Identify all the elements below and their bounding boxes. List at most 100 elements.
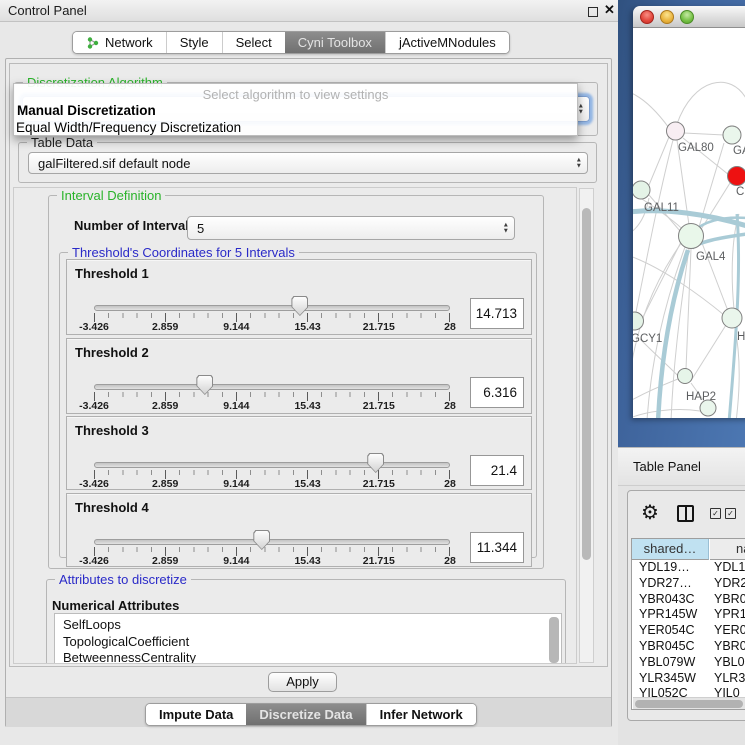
network-node[interactable] [678, 369, 693, 384]
table-row[interactable]: YBL079WYBL0 [632, 655, 745, 671]
apply-button[interactable]: Apply [268, 672, 337, 692]
tab-infer-network[interactable]: Infer Network [366, 704, 476, 725]
checkbox-icon[interactable]: ✓ [710, 508, 721, 519]
scrollbar-thumb[interactable] [635, 700, 743, 708]
node-label: C [736, 186, 744, 198]
table-data-combobox[interactable]: galFiltered.sif default node ▲▼ [28, 152, 588, 174]
split-pane-icon[interactable] [677, 505, 694, 522]
table-header-row: shared… name [632, 539, 745, 560]
tab-label: Network [105, 35, 153, 50]
minimize-traffic-light[interactable] [660, 10, 674, 24]
control-panel-titlebar: Control Panel ✕ [0, 0, 618, 22]
network-edge[interactable] [649, 137, 669, 185]
scale-tick-label: 15.43 [294, 400, 320, 412]
node-table: shared… name YDL19…YDL1YDR27…YDR2YBR043C… [631, 538, 745, 710]
scale-tick-label: 9.144 [223, 400, 249, 412]
scrollbar-thumb[interactable] [582, 208, 591, 560]
close-icon[interactable]: ✕ [604, 2, 615, 18]
node-label: GAL4 [696, 251, 726, 263]
numerical-attributes-list[interactable]: SelfLoopsTopologicalCoefficientBetweenne… [54, 613, 562, 664]
tab-style[interactable]: Style [166, 32, 222, 53]
checkbox-icon[interactable]: ✓ [725, 508, 736, 519]
dropdown-item-manual-discretization[interactable]: Manual Discretization [17, 103, 156, 118]
float-window-button[interactable] [588, 7, 598, 17]
slider-track[interactable] [94, 462, 450, 468]
zoom-traffic-light[interactable] [680, 10, 694, 24]
scale-tick-label: 9.144 [223, 478, 249, 490]
slider-scale: -3.4262.8599.14415.4321.71528 [94, 400, 450, 412]
combo-stepper-icon[interactable]: ▲▼ [576, 158, 582, 169]
threshold-value-field[interactable]: 14.713 [470, 298, 524, 329]
app-root: Control Panel ✕ Network Style Select Cyn… [0, 0, 745, 745]
scale-tick-label: 2.859 [152, 555, 178, 567]
scale-tick-label: 9.144 [223, 321, 249, 333]
slider-scale: -3.4262.8599.14415.4321.71528 [94, 555, 450, 567]
network-canvas[interactable]: GAL80GALCGAL11GAL4GCY1HHAP2 [633, 28, 745, 418]
table-row[interactable]: YER054CYER0 [632, 623, 745, 639]
combo-value: 5 [197, 221, 204, 236]
column-header-shared[interactable]: shared… [632, 539, 709, 560]
close-traffic-light[interactable] [640, 10, 654, 24]
combo-stepper-icon[interactable]: ▲▼ [503, 223, 509, 234]
network-edge[interactable] [636, 140, 673, 312]
network-node[interactable] [679, 224, 704, 249]
table-row[interactable]: YBR043CYBR0 [632, 592, 745, 608]
table-horizontal-scrollbar[interactable] [633, 697, 745, 710]
number-of-intervals-combobox[interactable]: 5 ▲▼ [187, 216, 515, 240]
network-node[interactable] [728, 167, 745, 186]
column-header-name[interactable]: name [710, 539, 745, 560]
network-edge[interactable] [633, 410, 700, 418]
top-tab-bar: Network Style Select Cyni Toolbox jActiv… [72, 31, 510, 54]
threshold-1-panel: Threshold 1 -3.4262.8599.14415.4321.7152… [66, 259, 532, 335]
network-node[interactable] [633, 312, 644, 330]
attribute-item[interactable]: BetweennessCentrality [55, 650, 561, 664]
threshold-value-field[interactable]: 11.344 [470, 532, 524, 563]
tab-jactivemnodules[interactable]: jActiveMNodules [385, 32, 509, 53]
network-edge[interactable] [633, 92, 669, 128]
network-edge[interactable] [684, 133, 724, 135]
scale-tick-label: -3.426 [79, 321, 109, 333]
tab-discretize-data[interactable]: Discretize Data [246, 704, 365, 725]
attribute-item[interactable]: TopologicalCoefficient [55, 634, 561, 651]
slider-track[interactable] [94, 539, 450, 545]
threshold-value-field[interactable]: 21.4 [470, 455, 524, 486]
network-node[interactable] [633, 181, 650, 199]
scale-tick-label: 2.859 [152, 478, 178, 490]
network-node[interactable] [723, 126, 741, 144]
slider-track[interactable] [94, 305, 450, 311]
group-title: Threshold's Coordinates for 5 Intervals [68, 245, 299, 260]
network-edge[interactable] [643, 240, 682, 317]
network-node[interactable] [667, 122, 685, 140]
network-edge[interactable] [677, 82, 745, 124]
gear-icon[interactable]: ⚙ [641, 500, 659, 525]
threshold-value-field[interactable]: 6.316 [470, 377, 524, 408]
network-edge[interactable] [633, 242, 682, 373]
combo-stepper-icon[interactable]: ▲▼ [578, 104, 584, 115]
group-title: Interval Definition [57, 188, 165, 203]
tab-cyni-toolbox[interactable]: Cyni Toolbox [285, 32, 385, 53]
scale-tick-label: 9.144 [223, 555, 249, 567]
network-window-titlebar[interactable] [633, 6, 745, 28]
list-scrollbar[interactable] [549, 617, 559, 663]
node-label: GAL80 [678, 142, 714, 154]
slider-scale: -3.4262.8599.14415.4321.71528 [94, 478, 450, 490]
tab-impute-data[interactable]: Impute Data [146, 704, 246, 725]
slider-track[interactable] [94, 384, 450, 390]
table-row[interactable]: YDR27…YDR2 [632, 576, 745, 592]
tab-network[interactable]: Network [73, 32, 166, 53]
attribute-item[interactable]: SelfLoops [55, 617, 561, 634]
network-node[interactable] [722, 308, 742, 328]
table-row[interactable]: YDL19…YDL1 [632, 560, 745, 576]
dropdown-item-equal-width-frequency[interactable]: Equal Width/Frequency Discretization [16, 120, 241, 135]
tab-select[interactable]: Select [222, 32, 285, 53]
node-label: GAL [733, 145, 745, 157]
network-edge[interactable] [633, 379, 678, 401]
settings-vertical-scrollbar[interactable] [579, 188, 594, 663]
network-edge[interactable] [692, 325, 726, 379]
scale-tick-label: 28 [444, 321, 456, 333]
dropdown-prompt: Select algorithm to view settings [14, 87, 577, 102]
table-row[interactable]: YLR345WYLR3 [632, 671, 745, 687]
table-row[interactable]: YPR145WYPR1 [632, 607, 745, 623]
table-row[interactable]: YBR045CYBR0 [632, 639, 745, 655]
node-label: GCY1 [633, 333, 662, 345]
